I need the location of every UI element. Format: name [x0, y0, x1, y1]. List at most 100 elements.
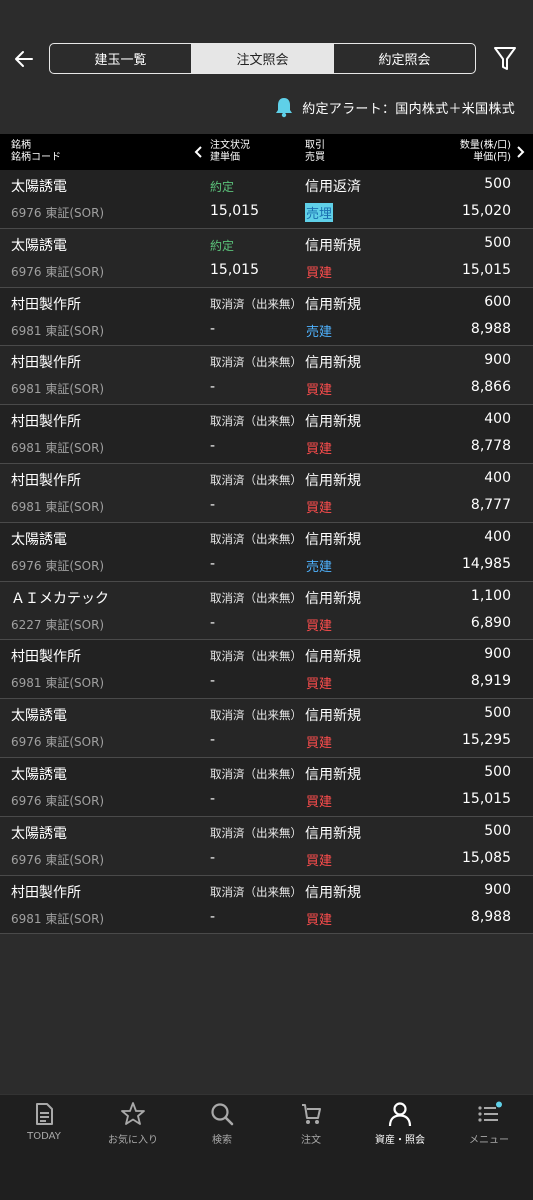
- person-icon: [388, 1102, 412, 1127]
- trade-type: 信用新規: [305, 649, 361, 666]
- bottom-nav: TODAY お気に入り 検索 注文 資産・照会 メニュー: [0, 1094, 533, 1200]
- stock-name: 村田製作所: [11, 472, 81, 489]
- stock-code: 6981 東証(SOR): [11, 676, 105, 691]
- col-unit-label: 単価(円): [473, 152, 511, 163]
- quantity: 400: [484, 469, 511, 486]
- stock-name: 村田製作所: [11, 355, 81, 372]
- quantity: 900: [484, 352, 511, 369]
- nav-label: 資産・照会: [375, 1135, 425, 1146]
- table-row[interactable]: 太陽誘電 6976 東証(SOR) 取消済（出来無） - 信用新規 買建 500…: [0, 757, 533, 817]
- unit-price: 15,015: [462, 790, 511, 807]
- table-row[interactable]: 太陽誘電 6976 東証(SOR) 取消済（出来無） - 信用新規 売建 400…: [0, 522, 533, 582]
- quantity: 1,100: [470, 587, 511, 604]
- stock-code: 6976 東証(SOR): [11, 206, 105, 220]
- trade-type: 信用新規: [305, 766, 361, 783]
- unit-price: 8,988: [470, 908, 511, 925]
- quantity: 500: [484, 763, 511, 780]
- table-row[interactable]: 村田製作所 6981 東証(SOR) 取消済（出来無） - 信用新規 買建 40…: [0, 405, 533, 464]
- col-qty-label: 数量(株/口): [459, 140, 511, 151]
- bell-icon: [276, 98, 293, 118]
- table-row[interactable]: 太陽誘電 6976 東証(SOR) 約定 15,015 信用返済 売埋 500 …: [0, 170, 533, 229]
- quantity: 600: [484, 293, 511, 310]
- order-status: 取消済（出来無）: [210, 708, 302, 723]
- trade-side: 売建: [306, 559, 333, 575]
- tab-order-inquiry[interactable]: 注文照会: [192, 44, 334, 73]
- stock-code: 6981 東証(SOR): [11, 499, 105, 514]
- stock-name: 太陽誘電: [11, 237, 67, 254]
- trade-type: 信用新規: [305, 825, 361, 842]
- column-header: 銘柄 銘柄コード 注文状況 建単価 取引 売買 数量(株/口) 単価(円): [0, 134, 533, 170]
- trade-side: 買建: [306, 442, 333, 458]
- top-bar: 建玉一覧 注文照会 約定照会: [0, 0, 533, 92]
- trade-side: 買建: [306, 736, 333, 752]
- stock-code: 6981 東証(SOR): [11, 382, 105, 397]
- stock-code: 6227 東証(SOR): [11, 617, 105, 632]
- nav-today[interactable]: TODAY: [0, 1101, 88, 1147]
- table-row[interactable]: 太陽誘電 6976 東証(SOR) 取消済（出来無） - 信用新規 買建 500…: [0, 816, 533, 876]
- nav-label: TODAY: [27, 1131, 61, 1142]
- table-row[interactable]: 村田製作所 6981 東証(SOR) 取消済（出来無） - 信用新規 売建 60…: [0, 287, 533, 347]
- col-price-label: 建単価: [210, 152, 240, 163]
- filter-button[interactable]: [492, 45, 518, 73]
- position-price: -: [210, 320, 216, 337]
- table-row[interactable]: 村田製作所 6981 東証(SOR) 取消済（出来無） - 信用新規 買建 40…: [0, 463, 533, 523]
- table-row[interactable]: 村田製作所 6981 東証(SOR) 取消済（出来無） - 信用新規 買建 90…: [0, 875, 533, 935]
- quantity: 500: [484, 234, 511, 251]
- nav-favorites[interactable]: お気に入り: [89, 1101, 177, 1147]
- order-status: 取消済（出来無）: [210, 531, 302, 546]
- col-status: 注文状況 建単価: [210, 140, 250, 164]
- stock-code: 6981 東証(SOR): [11, 323, 105, 338]
- back-button[interactable]: [10, 44, 40, 74]
- stock-name: 村田製作所: [11, 649, 81, 666]
- order-status: 取消済（出来無）: [210, 590, 302, 605]
- order-list: 太陽誘電 6976 東証(SOR) 約定 15,015 信用返済 売埋 500 …: [0, 170, 533, 935]
- chevron-right-icon[interactable]: [515, 145, 525, 159]
- trade-type: 信用新規: [305, 531, 361, 548]
- table-row[interactable]: 村田製作所 6981 東証(SOR) 取消済（出来無） - 信用新規 買建 90…: [0, 640, 533, 700]
- unit-price: 15,020: [462, 203, 511, 219]
- trade-type: 信用新規: [305, 590, 361, 607]
- position-price: -: [210, 673, 216, 690]
- table-row[interactable]: ＡＩメカテック 6227 東証(SOR) 取消済（出来無） - 信用新規 買建 …: [0, 581, 533, 641]
- nav-menu[interactable]: メニュー: [445, 1101, 533, 1147]
- trade-side: 買建: [306, 500, 333, 516]
- trade-side: 買建: [306, 265, 333, 281]
- trade-side: 買建: [306, 383, 333, 399]
- today-icon: [36, 1103, 53, 1125]
- chevron-left-icon[interactable]: [194, 145, 204, 159]
- stock-name: 太陽誘電: [11, 531, 67, 548]
- position-price: -: [210, 908, 216, 925]
- trade-side: 買建: [306, 853, 333, 869]
- quantity: 500: [484, 176, 511, 192]
- unit-price: 6,890: [470, 614, 511, 631]
- col-status-label: 注文状況: [210, 140, 250, 151]
- table-row[interactable]: 太陽誘電 6976 東証(SOR) 取消済（出来無） - 信用新規 買建 500…: [0, 699, 533, 758]
- tab-execution-inquiry[interactable]: 約定照会: [334, 44, 475, 73]
- trade-type: 信用新規: [305, 472, 361, 489]
- quantity: 900: [484, 881, 511, 898]
- execution-alert[interactable]: 約定アラート：国内株式＋米国株式: [274, 94, 515, 120]
- alert-text: 約定アラート：国内株式＋米国株式: [302, 101, 515, 117]
- unit-price: 8,777: [470, 496, 511, 513]
- trade-side: 買建: [306, 618, 333, 634]
- nav-assets[interactable]: 資産・照会: [356, 1101, 444, 1147]
- tab-positions[interactable]: 建玉一覧: [50, 44, 192, 73]
- quantity: 400: [484, 528, 511, 545]
- stock-code: 6976 東証(SOR): [11, 735, 105, 750]
- trade-side: 売建: [306, 324, 333, 340]
- stock-name: 太陽誘電: [11, 708, 67, 725]
- table-row[interactable]: 村田製作所 6981 東証(SOR) 取消済（出来無） - 信用新規 買建 90…: [0, 346, 533, 406]
- position-price: -: [210, 555, 216, 572]
- stock-code: 6981 東証(SOR): [11, 911, 105, 926]
- order-status: 約定: [210, 180, 235, 194]
- stock-code: 6981 東証(SOR): [11, 441, 105, 456]
- nav-order[interactable]: 注文: [267, 1101, 355, 1147]
- col-qty: 数量(株/口) 単価(円): [460, 140, 511, 164]
- trade-side: 売埋: [305, 203, 334, 222]
- table-row[interactable]: 太陽誘電 6976 東証(SOR) 約定 15,015 信用新規 買建 500 …: [0, 228, 533, 288]
- trade-side: 買建: [306, 794, 333, 810]
- nav-label: メニュー: [469, 1135, 509, 1146]
- nav-search[interactable]: 検索: [178, 1101, 266, 1147]
- filter-icon: [494, 47, 516, 70]
- order-status: 約定: [210, 238, 235, 253]
